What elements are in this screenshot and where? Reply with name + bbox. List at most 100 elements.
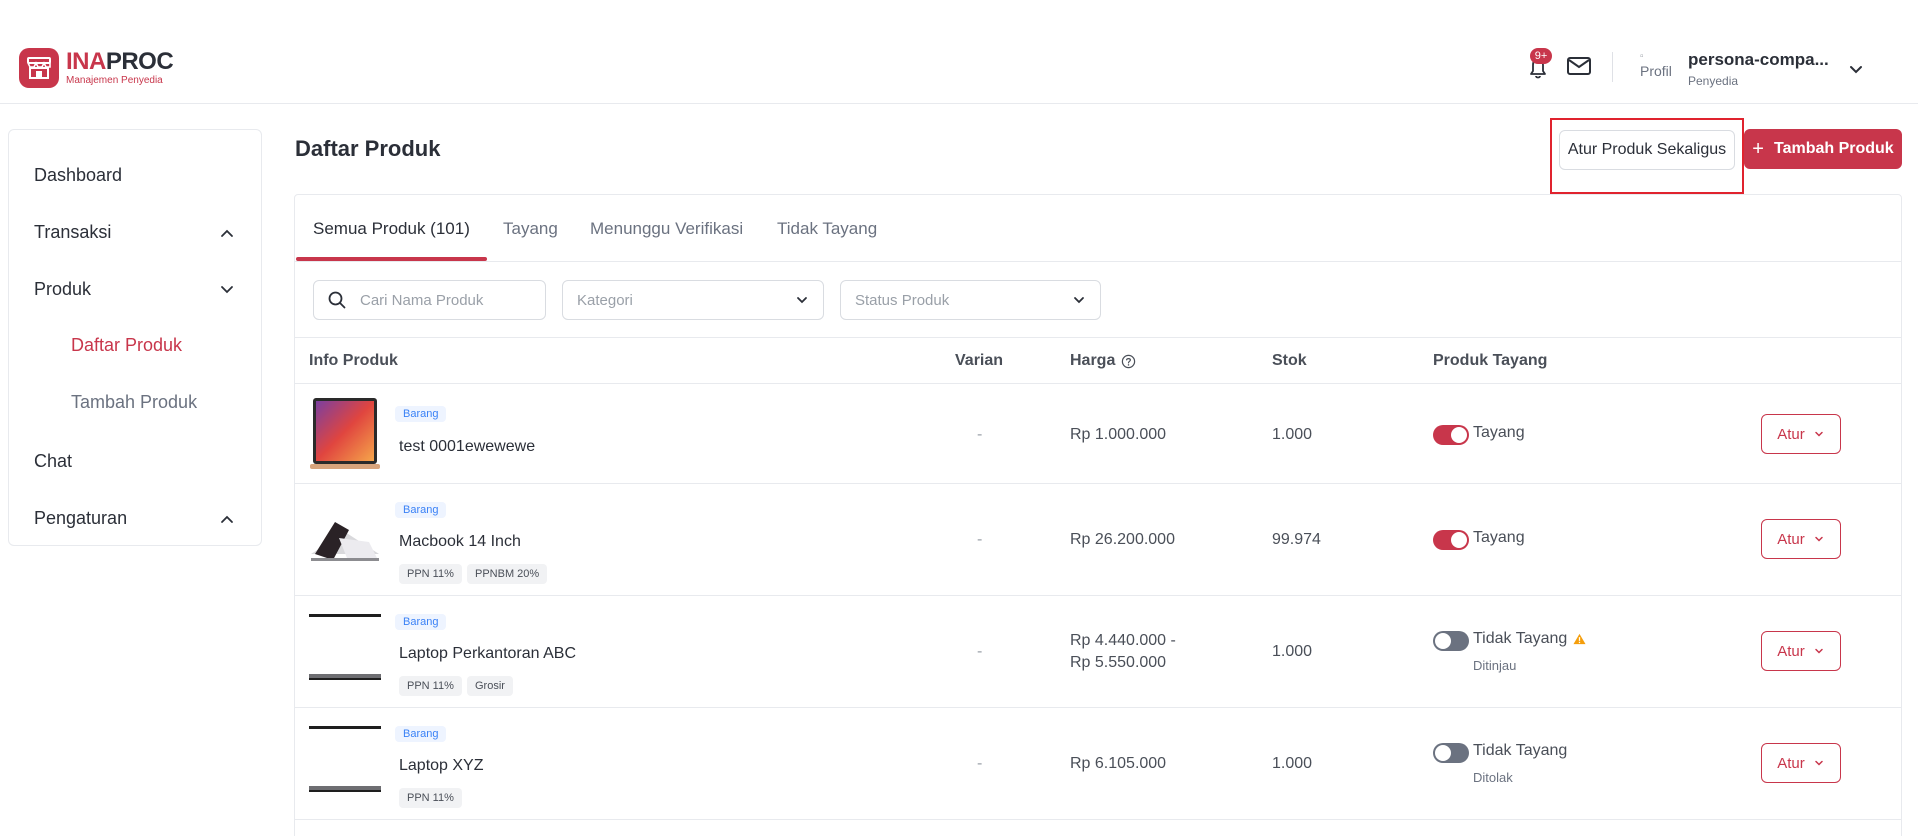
product-panel: Semua Produk (101) Tayang Menunggu Verif… <box>294 194 1902 836</box>
stock-value: 99.974 <box>1272 531 1321 548</box>
price-max: Rp 5.550.000 <box>1070 654 1167 671</box>
tax-tag: PPN 11% <box>399 564 462 584</box>
price-value: Rp 1.000.000 <box>1070 426 1167 443</box>
stock-value: 1.000 <box>1272 426 1313 443</box>
warning-icon[interactable] <box>1573 633 1586 645</box>
publish-toggle[interactable] <box>1433 530 1469 550</box>
chevron-down-icon <box>1815 648 1823 654</box>
add-product-button[interactable]: + Tambah Produk <box>1744 129 1902 169</box>
user-role: Penyedia <box>1688 74 1739 88</box>
bulk-manage-button[interactable]: Atur Produk Sekaligus <box>1559 130 1735 170</box>
chevron-up-icon[interactable] <box>217 509 237 529</box>
sidebar-item-tambah-produk[interactable]: Tambah Produk <box>71 392 197 413</box>
logo-subtitle: Manajemen Penyedia <box>66 74 163 86</box>
product-name[interactable]: Laptop Perkantoran ABC <box>399 645 576 663</box>
product-name[interactable]: Laptop XYZ <box>399 757 484 775</box>
product-type-badge: Barang <box>395 502 447 518</box>
sidebar-item-dashboard[interactable]: Dashboard <box>34 165 122 186</box>
sidebar-item-transaksi[interactable]: Transaksi <box>34 222 111 243</box>
tab-menunggu-verifikasi[interactable]: Menunggu Verifikasi <box>590 219 743 239</box>
tax-tag: PPN 11% <box>399 676 462 696</box>
atur-button[interactable]: Atur <box>1761 414 1841 454</box>
chevron-down-icon <box>1074 297 1084 304</box>
variant-value: - <box>977 531 983 548</box>
status-note: Ditinjau <box>1473 658 1517 673</box>
publish-status: Tidak Tayang <box>1473 630 1586 648</box>
tax-tag: PPNBM 20% <box>467 564 548 584</box>
mail-icon[interactable] <box>1566 56 1592 76</box>
column-info-produk: Info Produk <box>309 352 398 369</box>
chevron-down-icon[interactable] <box>217 280 237 300</box>
publish-toggle[interactable] <box>1433 425 1469 445</box>
chevron-down-icon <box>1815 760 1823 766</box>
product-type-badge: Barang <box>395 726 447 742</box>
atur-button[interactable]: Atur <box>1761 631 1841 671</box>
search-icon <box>328 291 346 309</box>
product-thumbnail[interactable] <box>309 502 381 578</box>
sidebar: Dashboard Transaksi Produk Daftar Produk… <box>8 129 262 546</box>
table-header: Info Produk Varian Harga Stok Produk Tay… <box>295 338 1901 384</box>
broken-image-icon: ▫ <box>1640 51 1644 62</box>
page-title: Daftar Produk <box>295 136 441 161</box>
grosir-tag: Grosir <box>467 676 513 696</box>
chevron-up-icon[interactable] <box>217 223 237 243</box>
tab-tidak-tayang[interactable]: Tidak Tayang <box>777 219 877 239</box>
logo-title: INAPROC <box>66 47 174 75</box>
top-header: INAPROC Manajemen Penyedia 9+ ▫ Profil p… <box>0 0 1918 104</box>
publish-toggle[interactable] <box>1433 743 1469 763</box>
tab-semua-produk[interactable]: Semua Produk (101) <box>313 219 470 239</box>
column-stok: Stok <box>1272 352 1307 369</box>
column-harga: Harga <box>1070 352 1136 370</box>
stock-value: 1.000 <box>1272 643 1313 660</box>
product-thumbnail[interactable] <box>309 726 381 802</box>
plus-icon: + <box>1752 138 1764 160</box>
chevron-down-icon <box>1815 536 1823 542</box>
tab-tayang[interactable]: Tayang <box>503 219 558 239</box>
publish-status: Tayang <box>1473 424 1525 441</box>
chevron-down-icon <box>1815 431 1823 437</box>
add-product-label: Tambah Produk <box>1773 140 1894 157</box>
price-min: Rp 4.440.000 - <box>1070 632 1176 649</box>
atur-button[interactable]: Atur <box>1761 519 1841 559</box>
product-type-badge: Barang <box>395 406 447 422</box>
price-value: Rp 26.200.000 <box>1070 531 1175 548</box>
chevron-down-icon <box>797 297 807 304</box>
variant-value: - <box>977 426 983 443</box>
publish-status: Tayang <box>1473 529 1525 546</box>
product-thumbnail[interactable] <box>309 396 381 472</box>
header-divider <box>1612 52 1613 82</box>
sidebar-item-daftar-produk[interactable]: Daftar Produk <box>71 335 182 356</box>
variant-value: - <box>977 755 983 772</box>
user-name[interactable]: persona-compa... <box>1688 50 1829 70</box>
product-thumbnail[interactable] <box>309 614 381 690</box>
table-row: Barang test 0001ewewewe - Rp 1.000.000 1… <box>295 384 1901 484</box>
search-input[interactable] <box>360 291 530 309</box>
status-placeholder: Status Produk <box>855 291 950 309</box>
filter-bar: Kategori Status Produk <box>295 262 1901 338</box>
status-select[interactable]: Status Produk <box>840 280 1101 320</box>
sidebar-item-chat[interactable]: Chat <box>34 451 72 472</box>
column-varian: Varian <box>955 352 1004 369</box>
atur-button[interactable]: Atur <box>1761 743 1841 783</box>
notification-badge: 9+ <box>1530 48 1552 64</box>
sidebar-item-pengaturan[interactable]: Pengaturan <box>34 508 127 529</box>
help-circle-icon[interactable] <box>1121 354 1136 369</box>
category-select[interactable]: Kategori <box>562 280 824 320</box>
sidebar-item-produk[interactable]: Produk <box>34 279 91 300</box>
inaproc-logo[interactable]: INAPROC Manajemen Penyedia <box>19 47 174 88</box>
tax-tag: PPN 11% <box>399 788 462 808</box>
publish-toggle[interactable] <box>1433 631 1469 651</box>
product-name[interactable]: Macbook 14 Inch <box>399 533 521 551</box>
product-name[interactable]: test 0001ewewewe <box>399 438 535 456</box>
category-placeholder: Kategori <box>577 291 633 309</box>
search-box[interactable] <box>313 280 546 320</box>
table-row: Barang Macbook 14 Inch PPN 11% PPNBM 20%… <box>295 484 1901 596</box>
active-tab-indicator <box>296 257 487 261</box>
chevron-down-icon[interactable] <box>1846 60 1866 80</box>
publish-status: Tidak Tayang <box>1473 742 1568 759</box>
product-type-badge: Barang <box>395 614 447 630</box>
price-value: Rp 6.105.000 <box>1070 755 1167 772</box>
tab-bar: Semua Produk (101) Tayang Menunggu Verif… <box>295 195 1901 262</box>
avatar[interactable]: ▫ Profil <box>1640 50 1682 86</box>
column-produk-tayang: Produk Tayang <box>1433 352 1548 369</box>
